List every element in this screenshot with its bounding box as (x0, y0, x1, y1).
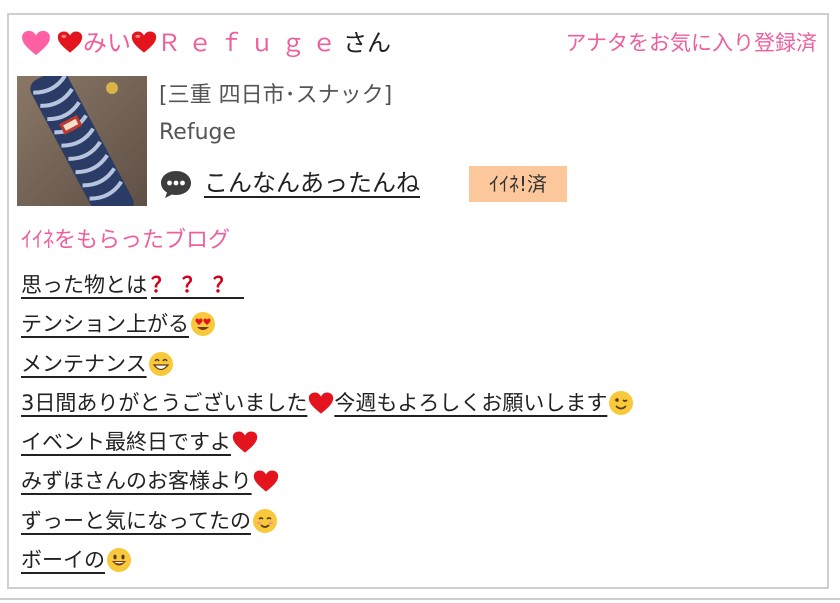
pink-heart-icon (22, 30, 50, 56)
blog-card: みい Ｒｅｆｕｇｅさん アナタをお気に入り登録済 [三重 四日市･スナック] Re… (7, 13, 829, 589)
blog-link-text: みずほさんのお客様より (21, 469, 252, 494)
list-item: ずっーと気になってたの (21, 503, 634, 542)
blog-link[interactable]: ボーイの (21, 542, 132, 578)
blog-link[interactable]: テンション上がる (21, 306, 216, 342)
favorite-status-link[interactable]: アナタをお気に入り登録済 (565, 27, 817, 59)
user-name-suffix: さん (343, 29, 391, 57)
list-item: ボーイの (21, 542, 634, 581)
blog-link[interactable]: ずっーと気になってたの (21, 503, 278, 539)
blog-link-text: ずっーと気になってたの (21, 508, 251, 533)
smiling-emoji-icon (252, 508, 278, 534)
list-item: テンション上がる (21, 306, 634, 345)
shop-name: Refuge (159, 120, 237, 145)
blog-link-text: 3日間ありがとうございました (21, 390, 308, 415)
blog-link-text: メンテナンス (21, 351, 147, 376)
grinning-emoji-icon (148, 351, 174, 377)
blog-link[interactable]: メンテナンス (21, 346, 174, 382)
list-item: メンテナンス (21, 346, 634, 385)
avatar[interactable] (17, 76, 147, 206)
blog-link-text: ボーイの (21, 548, 105, 573)
blog-link-text: 思った物とは (21, 273, 147, 297)
featured-blog-title-link[interactable]: こんなんあったんね (204, 166, 420, 200)
bottom-divider (0, 598, 840, 600)
avatar-image (17, 76, 147, 206)
red-heart-icon (232, 429, 258, 455)
blog-link[interactable]: 思った物とは？？？ (21, 267, 244, 303)
liked-blogs-list: 思った物とは？？？ テンション上がる メンテナンス 3日間ありがとうございました… (21, 267, 634, 581)
user-name-shop: Ｒｅｆｕｇｅ (157, 29, 343, 57)
blog-link-text: テンション上がる (21, 312, 189, 337)
winking-emoji-icon (608, 390, 634, 416)
heart-eyes-emoji-icon (190, 311, 216, 337)
red-heart-icon (308, 390, 334, 416)
red-heart-icon (253, 468, 279, 494)
blog-link[interactable]: 3日間ありがとうございました 今週もよろしくお願いします (21, 385, 634, 421)
liked-blogs-heading: ｲｲﾈをもらったブログ (21, 228, 231, 253)
user-name-link[interactable]: みい Ｒｅｆｕｇｅさん (57, 27, 391, 59)
list-item: 思った物とは？？？ (21, 267, 634, 306)
smiley-emoji-icon (106, 547, 132, 573)
user-name-prefix: みい (83, 29, 131, 57)
list-item: イベント最終日ですよ (21, 424, 634, 463)
red-heart-icon (131, 31, 157, 53)
question-mark-icon: ？？？ (151, 273, 244, 297)
list-item: みずほさんのお客様より (21, 463, 634, 502)
card-header: みい Ｒｅｆｕｇｅさん アナタをお気に入り登録済 (21, 27, 819, 61)
blog-link[interactable]: みずほさんのお客様より (21, 463, 279, 499)
blog-link[interactable]: イベント最終日ですよ (21, 424, 258, 460)
list-item: 3日間ありがとうございました 今週もよろしくお願いします (21, 385, 634, 424)
speech-bubble-icon (161, 171, 191, 198)
blog-link-text: イベント最終日ですよ (21, 430, 231, 455)
blog-link-text-2: 今週もよろしくお願いします (334, 390, 608, 415)
red-heart-icon (57, 31, 83, 53)
iine-status-badge: ｲｲﾈ!済 (469, 166, 567, 202)
shop-area: [三重 四日市･スナック] (159, 83, 393, 108)
